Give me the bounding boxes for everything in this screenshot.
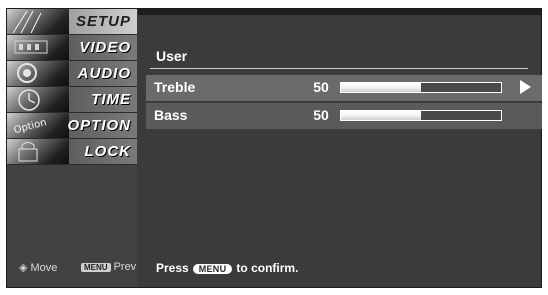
bass-slider[interactable] [340,110,502,121]
treble-value: 50 [313,79,329,95]
content-area: User Treble 50 Bass 50 Press MENU to confi… [138,9,542,287]
bass-slider-fill [341,111,421,120]
sidebar-item-time[interactable]: TIME [7,87,137,113]
video-icon [7,35,69,60]
move-hint: ◈ Move [19,262,58,274]
menu-badge-icon: MENU [81,263,111,272]
navigation-hints: ◈ Move MENU Prev [7,261,137,277]
treble-label: Treble [154,79,196,95]
bass-value: 50 [313,107,329,123]
dpad-icon: ◈ [19,262,31,274]
osd-menu-panel: SETUP VIDEO AUDIO TIME Option OPTION LOC… [6,8,542,288]
footer-hint: Press MENU to confirm. [156,261,299,275]
option-icon: Option [7,113,69,138]
sidebar-item-audio[interactable]: AUDIO [7,61,137,87]
sidebar-item-setup[interactable]: SETUP [7,9,137,35]
sidebar-item-label: OPTION [67,117,131,134]
sidebar-item-option[interactable]: Option OPTION [7,113,137,139]
treble-slider-fill [341,83,421,92]
sidebar-item-label: AUDIO [77,65,131,82]
divider [150,68,528,69]
audio-icon [7,61,69,86]
sidebar-item-label: TIME [91,91,131,108]
setup-icon [7,9,69,34]
clock-icon [7,87,69,112]
sidebar-item-label: SETUP [75,13,131,30]
sidebar: SETUP VIDEO AUDIO TIME Option OPTION LOC… [7,9,137,287]
sidebar-item-label: VIDEO [79,39,131,56]
right-arrow-icon[interactable] [520,80,531,94]
bass-label: Bass [154,107,188,123]
menu-button-icon: MENU [192,264,233,274]
treble-row[interactable]: Treble 50 [146,75,542,101]
prev-hint: MENU Prev [81,261,136,273]
sidebar-item-video[interactable]: VIDEO [7,35,137,61]
bass-row[interactable]: Bass 50 [146,103,542,129]
section-header: User [156,48,188,64]
sidebar-item-lock[interactable]: LOCK [7,139,137,165]
treble-slider[interactable] [340,82,502,93]
top-strip [138,9,542,15]
svg-text:Option: Option [13,117,48,136]
lock-icon [7,139,69,164]
sidebar-item-label: LOCK [84,143,131,160]
